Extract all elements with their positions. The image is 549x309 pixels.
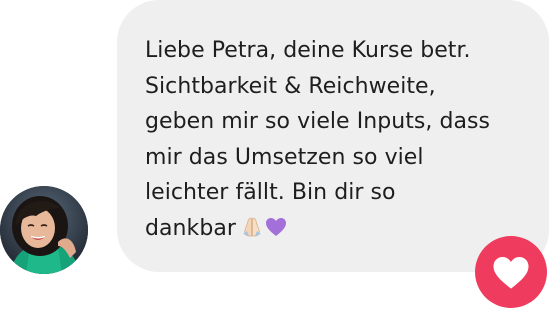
message-line: Liebe Petra, deine Kurse betr. [145,38,471,63]
message-line: leichter fällt. Bin dir so [145,180,396,205]
chat-message-card: Liebe Petra, deine Kurse betr. Sichtbark… [0,0,549,309]
avatar[interactable] [0,186,88,274]
message-line: dankbar [145,215,236,241]
message-line-last: dankbar [145,211,529,251]
folded-hands-emoji-icon [240,215,264,251]
message-line: Sichtbarkeit & Reichweite, [145,73,436,99]
message-text: Liebe Petra, deine Kurse betr. Sichtbark… [145,33,529,250]
message-bubble: Liebe Petra, deine Kurse betr. Sichtbark… [117,0,549,272]
user-photo-icon [0,186,88,274]
message-line: mir das Umsetzen so viel [145,144,424,170]
heart-icon [493,257,529,289]
heart-reaction-button[interactable] [475,236,547,308]
message-line: geben mir so viele Inputs, dass [145,109,491,134]
purple-heart-emoji-icon [264,215,288,251]
